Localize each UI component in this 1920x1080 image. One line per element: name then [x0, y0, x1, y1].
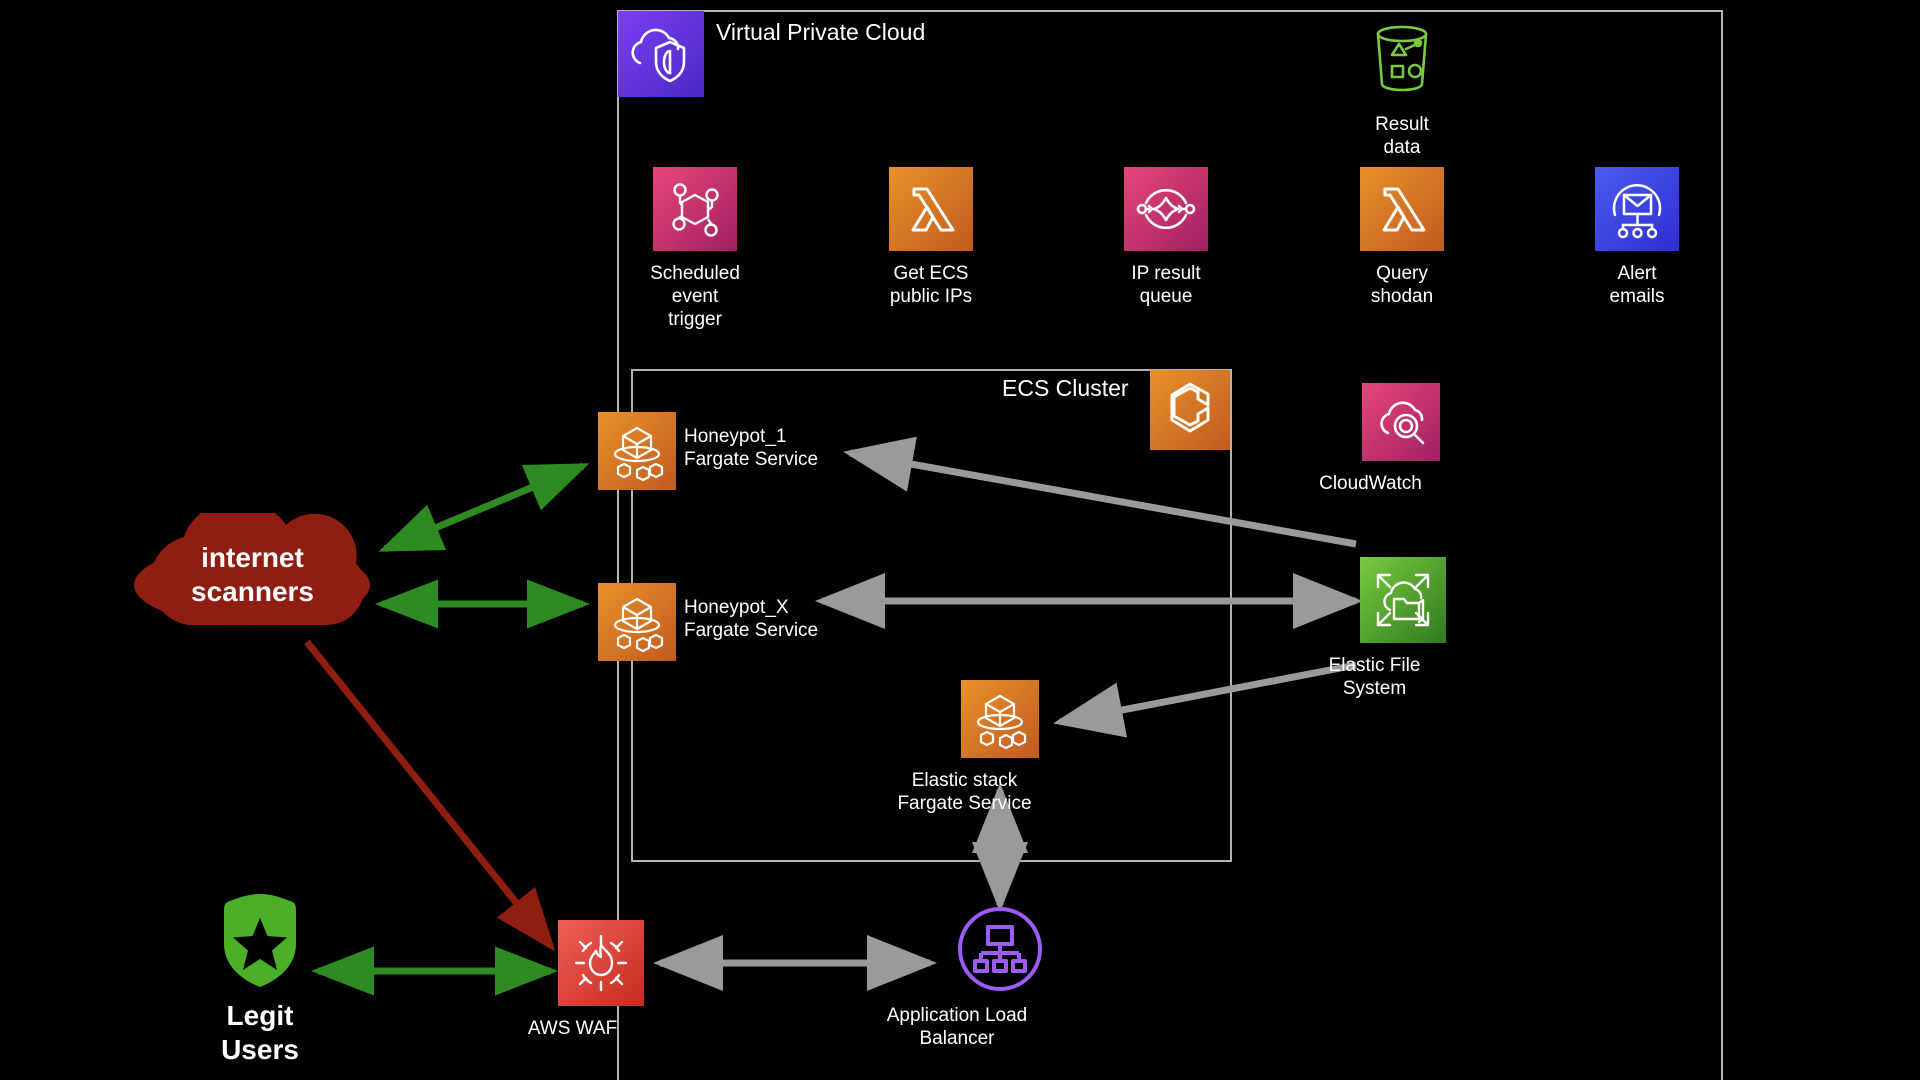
elastic-stack-node[interactable]: Elastic stack Fargate Service: [897, 680, 1039, 815]
honeypot-1-node[interactable]: [598, 412, 676, 495]
application-load-balancer-node[interactable]: Application Load Balancer: [887, 905, 1044, 1050]
legit-users-label: Legit Users: [221, 1000, 299, 1065]
get-ecs-public-ips-node[interactable]: Get ECS public IPs: [886, 167, 976, 308]
honeypot-x-label: Honeypot_X Fargate Service: [684, 597, 819, 641]
internet-scanners-node[interactable]: internet scanners: [130, 513, 375, 628]
result-data-label: Result data: [1375, 114, 1429, 158]
diagram-canvas: Virtual Private Cloud ECS Cluster Schedu…: [0, 0, 1920, 1080]
elastic-file-system-node[interactable]: Elastic File System: [1329, 557, 1446, 700]
elastic-file-system-label: Elastic File System: [1328, 655, 1421, 699]
arrow-scanners-honeypot1: [378, 462, 590, 553]
get-ecs-public-ips-label: Get ECS public IPs: [889, 263, 973, 307]
fargate-icon: [598, 583, 676, 666]
application-load-balancer-label: Application Load Balancer: [886, 1005, 1028, 1049]
legit-users-node[interactable]: Legit Users: [210, 890, 310, 1067]
fargate-icon: [961, 680, 1039, 763]
efs-icon: [1360, 557, 1446, 648]
honeypot-1-label: Honeypot_1 Fargate Service: [684, 426, 819, 470]
eventbridge-icon: [653, 167, 737, 256]
query-shodan-label: Query shodan: [1370, 263, 1434, 307]
ecs-cluster-icon: [1150, 370, 1230, 455]
cloudwatch-node[interactable]: CloudWatch: [1319, 383, 1440, 495]
sns-icon: [1595, 167, 1679, 256]
lambda-icon: [889, 167, 973, 256]
ip-result-queue-node[interactable]: IP result queue: [1121, 167, 1211, 308]
scheduled-event-trigger-label: Scheduled event trigger: [650, 263, 740, 330]
internet-scanners-label: internet scanners: [191, 542, 314, 607]
honeypot-x-node[interactable]: [598, 583, 676, 666]
query-shodan-node[interactable]: Query shodan: [1357, 167, 1447, 308]
aws-waf-node[interactable]: AWS WAF: [528, 920, 644, 1040]
alert-emails-node[interactable]: Alert emails: [1592, 167, 1682, 308]
ecs-cluster-title: ECS Cluster: [1002, 375, 1129, 401]
result-data-node[interactable]: Result data: [1357, 18, 1447, 159]
fargate-icon: [598, 412, 676, 495]
shield-badge-icon: [210, 890, 310, 995]
lambda-icon: [1360, 167, 1444, 256]
waf-icon: [558, 920, 644, 1011]
cloudwatch-label: CloudWatch: [1319, 473, 1422, 494]
vpc-icon-node: [618, 11, 704, 102]
scheduled-event-trigger-node[interactable]: Scheduled event trigger: [650, 167, 740, 331]
arrow-scanners-waf: [304, 639, 556, 952]
vpc-title: Virtual Private Cloud: [716, 19, 926, 45]
load-balancer-icon: [956, 905, 1044, 998]
cloudwatch-icon: [1362, 383, 1440, 466]
elastic-stack-label: Elastic stack Fargate Service: [897, 770, 1032, 814]
ecs-cluster-icon-node: [1150, 370, 1230, 455]
s3-bucket-outline-icon: [1360, 18, 1444, 107]
vpc-icon: [618, 11, 704, 102]
aws-waf-label: AWS WAF: [527, 1018, 618, 1039]
alert-emails-label: Alert emails: [1609, 263, 1665, 307]
ip-result-queue-label: IP result queue: [1131, 263, 1201, 307]
sqs-icon: [1124, 167, 1208, 256]
